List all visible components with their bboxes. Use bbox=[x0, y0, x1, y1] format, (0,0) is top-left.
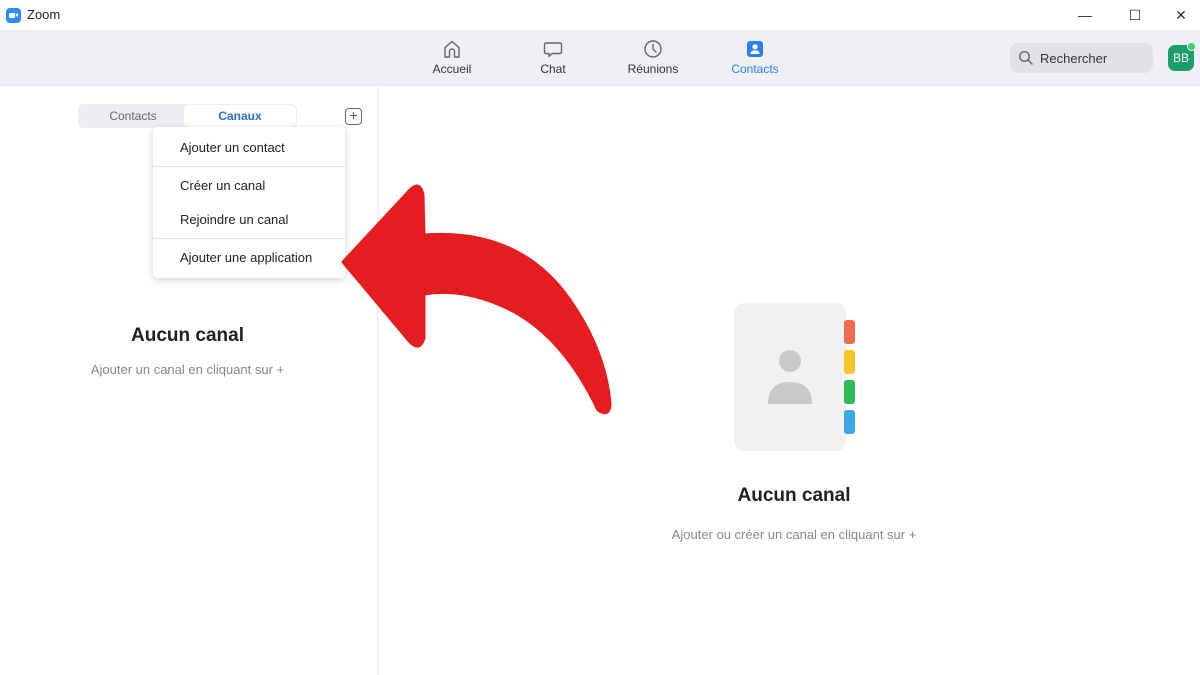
left-empty-title: Aucun canal bbox=[131, 325, 244, 346]
tab-marker-green bbox=[844, 380, 855, 404]
search-icon bbox=[1018, 50, 1033, 65]
menu-separator bbox=[153, 166, 345, 167]
plus-square-icon: + bbox=[349, 107, 358, 123]
nav-label: Chat bbox=[540, 62, 566, 76]
add-dropdown-menu: Ajouter un contact Créer un canal Rejoin… bbox=[153, 127, 345, 278]
maximize-button[interactable]: ☐ bbox=[1112, 0, 1158, 30]
left-empty-subtitle: Ajouter un canal en cliquant sur + bbox=[90, 362, 285, 377]
contact-card-icon bbox=[747, 41, 763, 57]
panel-divider[interactable] bbox=[377, 87, 379, 675]
tab-marker-red bbox=[844, 320, 855, 344]
title-bar: Zoom — ☐ ✕ bbox=[0, 0, 1200, 30]
nav-label: Contacts bbox=[731, 62, 779, 76]
contacts-channels-switch: Contacts Canaux bbox=[78, 104, 297, 128]
menu-item-add-application[interactable]: Ajouter une application bbox=[153, 243, 345, 273]
menu-item-add-contact[interactable]: Ajouter un contact bbox=[153, 133, 345, 163]
nav-tab-chat[interactable]: Chat bbox=[513, 38, 593, 76]
tab-marker-yellow bbox=[844, 350, 855, 374]
add-button[interactable]: + bbox=[345, 108, 362, 125]
address-book-icon bbox=[734, 303, 855, 451]
nav-tab-reunions[interactable]: Réunions bbox=[613, 38, 693, 76]
tab-marker-blue bbox=[844, 410, 855, 434]
search-input[interactable]: Rechercher bbox=[1010, 43, 1153, 73]
search-placeholder: Rechercher bbox=[1040, 51, 1108, 66]
tab-contacts[interactable]: Contacts bbox=[78, 104, 188, 128]
menu-item-create-channel[interactable]: Créer un canal bbox=[153, 171, 345, 201]
nav-label: Accueil bbox=[432, 62, 472, 76]
nav-label: Réunions bbox=[627, 62, 679, 76]
menu-item-join-channel[interactable]: Rejoindre un canal bbox=[153, 205, 345, 235]
menu-separator bbox=[153, 238, 345, 239]
clock-icon bbox=[644, 40, 662, 58]
chat-bubble-icon bbox=[543, 42, 563, 58]
zoom-logo-icon bbox=[6, 8, 21, 23]
tab-canaux[interactable]: Canaux bbox=[184, 105, 296, 127]
close-button[interactable]: ✕ bbox=[1158, 0, 1200, 30]
minimize-button[interactable]: — bbox=[1062, 0, 1108, 30]
nav-tab-accueil[interactable]: Accueil bbox=[412, 38, 492, 76]
main-empty-subtitle: Ajouter ou créer un canal en cliquant su… bbox=[671, 527, 917, 542]
nav-tab-contacts[interactable]: Contacts bbox=[715, 38, 795, 76]
app-title: Zoom bbox=[27, 7, 61, 22]
main-empty-title: Aucun canal bbox=[737, 485, 851, 506]
online-status-indicator bbox=[1187, 42, 1196, 51]
arrow-shape bbox=[341, 184, 612, 415]
home-icon bbox=[444, 40, 460, 58]
